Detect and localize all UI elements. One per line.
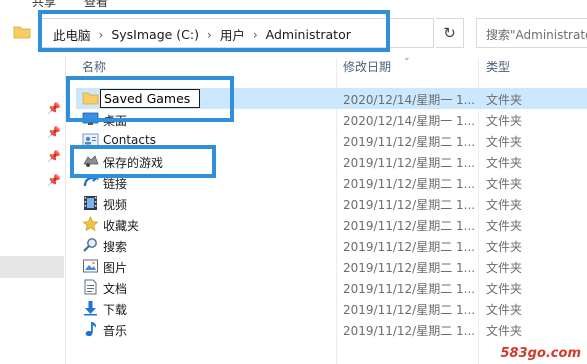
breadcrumb-users[interactable]: 用户: [220, 25, 245, 44]
item-name: 视频: [103, 198, 128, 212]
item-type: 文件夹: [486, 198, 523, 212]
pin-icon[interactable]: 📌: [47, 126, 61, 139]
search-placeholder: 搜索"Administrator": [486, 28, 587, 42]
music-icon: [85, 322, 97, 337]
item-date: 2019/11/12/星期二 1...: [343, 282, 476, 296]
refresh-icon: ↻: [443, 24, 456, 42]
breadcrumb-separator-icon[interactable]: ›: [253, 28, 258, 42]
breadcrumb-separator-icon[interactable]: ›: [99, 28, 104, 42]
item-name: 下载: [103, 303, 128, 317]
item-date: 2019/11/12/星期二 1...: [343, 303, 476, 317]
item-type: 文件夹: [486, 240, 523, 254]
item-date: 2019/11/12/星期二 1...: [343, 261, 476, 275]
favorites-icon: [82, 216, 99, 232]
saved-games-icon: [83, 155, 99, 167]
item-date: 2019/11/12/星期二 1...: [343, 240, 476, 254]
item-name: 文档: [103, 282, 128, 296]
item-type: 文件夹: [486, 114, 523, 128]
item-name: 收藏夹: [103, 219, 140, 233]
column-header-type[interactable]: 类型: [486, 58, 510, 80]
item-date: 2020/12/14/星期一 1...: [343, 93, 476, 107]
links-icon: [83, 174, 99, 187]
column-header-name[interactable]: 名称: [82, 58, 106, 80]
item-date: 2019/11/12/星期二 1...: [343, 135, 476, 149]
list-item[interactable]: 图片 2019/11/12/星期二 1... 文件夹: [76, 256, 587, 277]
list-item[interactable]: 文档 2019/11/12/星期二 1... 文件夹: [76, 277, 587, 298]
breadcrumb-separator-icon[interactable]: ›: [207, 28, 212, 42]
navigation-pane[interactable]: 📌 📌 📌 📌: [0, 56, 66, 364]
pictures-icon: [83, 259, 98, 273]
searches-icon: [83, 238, 97, 252]
item-type: 文件夹: [486, 135, 523, 149]
folder-icon: [82, 92, 99, 105]
pin-icon[interactable]: 📌: [47, 102, 61, 115]
address-row: 此电脑 › SysImage (C:) › 用户 › Administrator…: [0, 14, 587, 52]
ribbon-tabs: 共享 查看: [0, 0, 587, 9]
pin-icon[interactable]: 📌: [47, 174, 61, 187]
refresh-button[interactable]: ↻: [436, 18, 464, 48]
item-name: 保存的游戏: [103, 156, 164, 170]
item-name: 链接: [103, 177, 128, 191]
item-date: 2019/11/12/星期二 1...: [343, 156, 476, 170]
item-type: 文件夹: [486, 324, 523, 338]
item-date: 2020/12/14/星期一 1...: [343, 114, 476, 128]
list-item[interactable]: Contacts 2019/11/12/星期二 1... 文件夹: [76, 130, 587, 151]
tab-view[interactable]: 查看: [84, 0, 108, 10]
breadcrumb-drive[interactable]: SysImage (C:): [111, 27, 199, 42]
list-item-saved-games[interactable]: Saved Games 2020/12/14/星期一 1... 文件夹: [76, 88, 587, 109]
list-item[interactable]: 搜索 2019/11/12/星期二 1... 文件夹: [76, 235, 587, 256]
desktop-icon: [82, 112, 99, 125]
watermark: 583go.com: [500, 346, 582, 361]
item-type: 文件夹: [486, 156, 523, 170]
list-item[interactable]: 收藏夹 2019/11/12/星期二 1... 文件夹: [76, 214, 587, 235]
search-input[interactable]: 搜索"Administrator": [476, 18, 587, 48]
sort-chevron-icon: ⌄: [403, 53, 411, 63]
item-name: 搜索: [103, 240, 128, 254]
downloads-icon: [84, 301, 97, 316]
item-name: 音乐: [103, 324, 128, 338]
list-item[interactable]: 下载 2019/11/12/星期二 1... 文件夹: [76, 298, 587, 319]
item-date: 2019/11/12/星期二 1...: [343, 177, 476, 191]
contacts-icon: [82, 133, 99, 147]
folder-icon: [13, 26, 31, 39]
list-item[interactable]: 音乐 2019/11/12/星期二 1... 文件夹: [76, 319, 587, 340]
item-name: Contacts: [103, 133, 156, 147]
column-header-modified[interactable]: 修改日期: [343, 58, 391, 80]
item-type: 文件夹: [486, 93, 523, 107]
list-item[interactable]: 保存的游戏 2019/11/12/星期二 1... 文件夹: [76, 151, 587, 172]
rename-input[interactable]: Saved Games: [100, 89, 200, 108]
address-bar[interactable]: 此电脑 › SysImage (C:) › 用户 › Administrator: [40, 18, 434, 48]
pin-icon[interactable]: 📌: [47, 150, 61, 163]
breadcrumb-administrator[interactable]: Administrator: [266, 27, 351, 42]
item-date: 2019/11/12/星期二 1...: [343, 198, 476, 212]
item-name: 图片: [103, 261, 128, 275]
item-date: 2019/11/12/星期二 1...: [343, 324, 476, 338]
list-item[interactable]: 链接 2019/11/12/星期二 1... 文件夹: [76, 172, 587, 193]
tab-share[interactable]: 共享: [32, 0, 56, 10]
item-date: 2019/11/12/星期二 1...: [343, 219, 476, 233]
item-type: 文件夹: [486, 261, 523, 275]
list-item[interactable]: 视频 2019/11/12/星期二 1... 文件夹: [76, 193, 587, 214]
item-type: 文件夹: [486, 177, 523, 191]
item-type: 文件夹: [486, 282, 523, 296]
item-name: 桌面: [103, 114, 128, 128]
breadcrumb: 此电脑 › SysImage (C:) › 用户 › Administrator: [53, 25, 351, 44]
documents-icon: [84, 279, 97, 295]
breadcrumb-this-pc[interactable]: 此电脑: [53, 25, 91, 44]
item-type: 文件夹: [486, 219, 523, 233]
list-item[interactable]: 桌面 2020/12/14/星期一 1... 文件夹: [76, 109, 587, 130]
item-type: 文件夹: [486, 303, 523, 317]
rename-input-value: Saved Games: [104, 91, 191, 106]
videos-icon: [84, 196, 97, 210]
nav-selected-item[interactable]: [0, 256, 64, 278]
